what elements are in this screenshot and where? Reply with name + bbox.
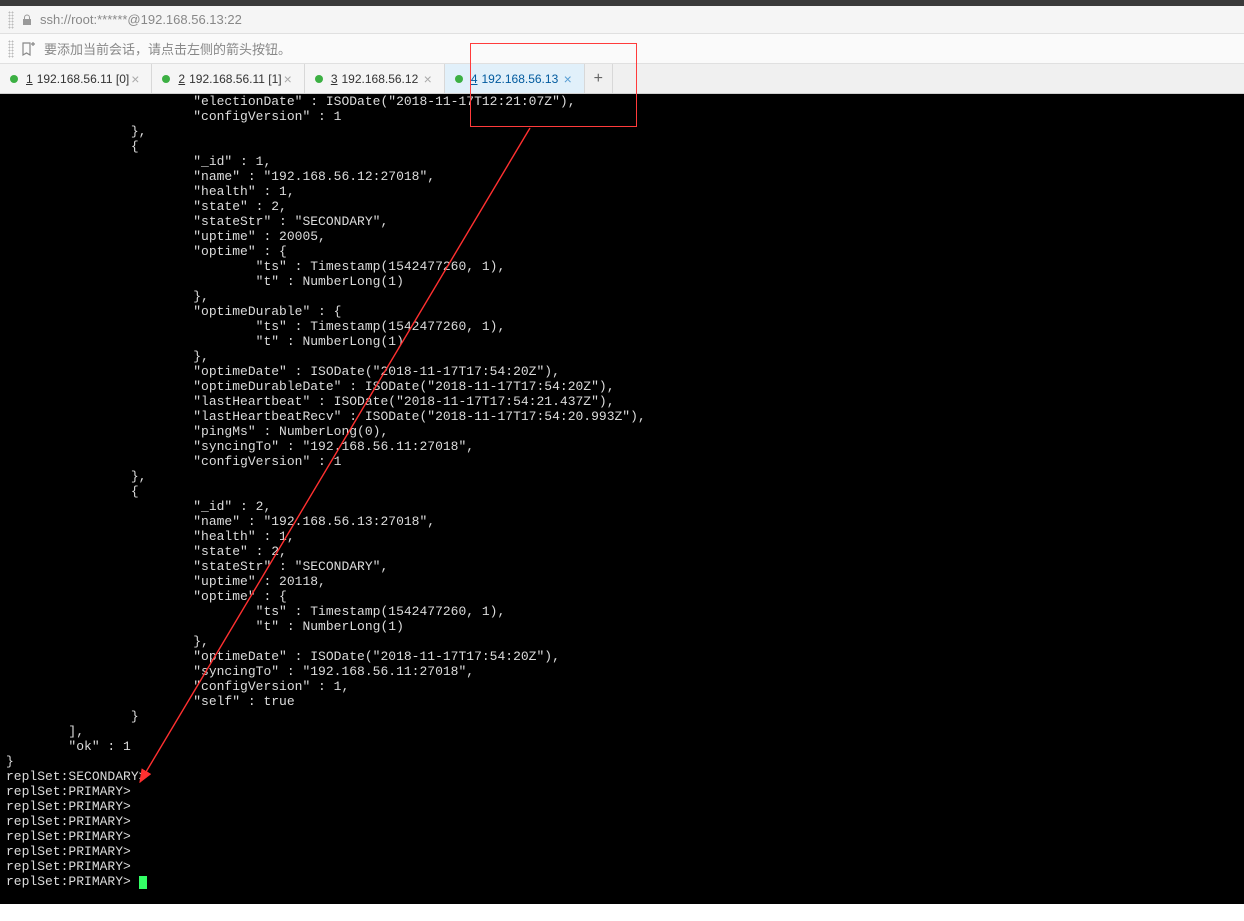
status-dot-icon xyxy=(455,75,463,83)
tab-number: 3 xyxy=(331,72,338,86)
drag-handle[interactable] xyxy=(8,11,14,29)
tab-label: 192.168.56.11 [0] xyxy=(37,72,130,86)
address-url[interactable]: ssh://root:******@192.168.56.13:22 xyxy=(40,12,242,27)
tab-label: 192.168.56.12 xyxy=(342,72,419,86)
close-icon[interactable]: × xyxy=(562,71,574,87)
status-dot-icon xyxy=(162,75,170,83)
tab-2[interactable]: 2 192.168.56.11 [1] × xyxy=(152,64,304,93)
lock-icon xyxy=(20,13,34,27)
hint-text: 要添加当前会话，请点击左侧的箭头按钮。 xyxy=(44,39,291,58)
close-icon[interactable]: × xyxy=(282,71,294,87)
tab-number: 2 xyxy=(178,72,185,86)
tab-number: 1 xyxy=(26,72,33,86)
hint-bar: 要添加当前会话，请点击左侧的箭头按钮。 xyxy=(0,34,1244,64)
close-icon[interactable]: × xyxy=(129,71,141,87)
tab-label: 192.168.56.11 [1] xyxy=(189,72,282,86)
bookmark-add-icon[interactable] xyxy=(20,41,36,57)
tab-3[interactable]: 3 192.168.56.12 × xyxy=(305,64,445,93)
tab-4[interactable]: 4 192.168.56.13 × xyxy=(445,64,585,93)
tab-label: 192.168.56.13 xyxy=(482,72,559,86)
bottom-status-area xyxy=(0,904,1244,918)
drag-handle-2[interactable] xyxy=(8,40,14,58)
tab-1[interactable]: 1 192.168.56.11 [0] × xyxy=(0,64,152,93)
terminal-output[interactable]: "electionDate" : ISODate("2018-11-17T12:… xyxy=(0,94,1244,904)
status-dot-icon xyxy=(10,75,18,83)
status-dot-icon xyxy=(315,75,323,83)
tabs-bar: 1 192.168.56.11 [0] × 2 192.168.56.11 [1… xyxy=(0,64,1244,94)
address-bar: ssh://root:******@192.168.56.13:22 xyxy=(0,6,1244,34)
tab-number: 4 xyxy=(471,72,478,86)
close-icon[interactable]: × xyxy=(422,71,434,87)
add-tab-button[interactable]: + xyxy=(585,64,613,93)
